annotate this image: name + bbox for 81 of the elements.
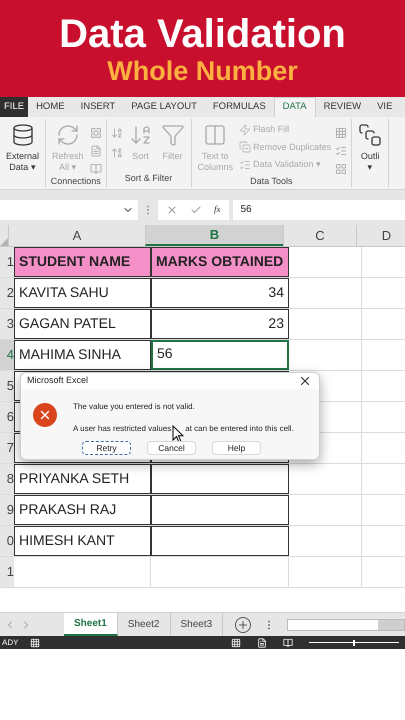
header-cell: STUDENT NAME <box>14 247 151 277</box>
column-header[interactable]: C <box>283 225 356 246</box>
columns-icon <box>203 123 228 147</box>
table-cell: KAVITA SAHU <box>14 278 151 308</box>
database-icon <box>10 123 35 147</box>
dialog-button[interactable]: Retry <box>82 441 131 455</box>
properties-icon[interactable] <box>90 145 102 157</box>
sheet-tab[interactable]: Sheet1 <box>64 613 118 636</box>
plus-icon <box>237 618 250 630</box>
row-header[interactable]: 8 <box>0 464 14 494</box>
dialog-title: Microsoft Excel <box>27 374 88 388</box>
normal-view-icon[interactable] <box>231 638 241 648</box>
group-label: Connections <box>50 175 102 188</box>
ribbon-tab[interactable]: PAGE LAYOUT <box>123 97 205 117</box>
zoom-slider[interactable] <box>309 640 399 646</box>
name-box[interactable] <box>0 200 138 220</box>
ribbon-tab[interactable]: REVIEW <box>316 97 370 117</box>
ribbon-tab[interactable]: DATA <box>274 97 316 117</box>
dialog-button[interactable]: Help <box>212 441 261 455</box>
banner-title: Data Validation <box>59 12 346 56</box>
row-header[interactable]: 4 <box>0 340 14 370</box>
ribbon-tab[interactable]: FILE <box>0 97 28 117</box>
formula-field[interactable]: 56 <box>232 200 405 220</box>
ribbon-button[interactable]: External Data ▾ <box>4 123 42 173</box>
row-header[interactable]: 5 <box>0 371 14 401</box>
table-cell: GAGAN PATEL <box>14 309 151 339</box>
horizontal-scrollbar[interactable] <box>287 618 405 630</box>
banner-subtitle: Whole Number <box>107 56 298 86</box>
row-header[interactable]: 6 <box>0 402 14 432</box>
filter-icon <box>160 123 185 147</box>
dialog-message: A user has restricted values <box>73 423 172 435</box>
table-cell: MAHIMA SINHA <box>14 340 151 370</box>
group-label: Data Tools <box>249 175 294 188</box>
insert-function-button[interactable]: fx <box>214 202 220 216</box>
table-cell: 56 <box>151 340 289 370</box>
row-header[interactable]: 3 <box>0 309 14 339</box>
sort-descending-icon[interactable] <box>110 147 123 159</box>
page-break-icon[interactable] <box>283 638 293 648</box>
dialog-button[interactable]: Cancel <box>147 441 196 455</box>
consolidate-icon[interactable] <box>335 127 348 139</box>
row-header[interactable]: 0 <box>0 526 14 556</box>
row-header[interactable]: 9 <box>0 495 14 525</box>
group-label: Sort & Filter <box>124 172 174 184</box>
sort-ascending-icon[interactable] <box>110 127 123 139</box>
ribbon-tab[interactable]: FORMULAS <box>204 97 274 117</box>
table-cell: 34 <box>151 278 289 308</box>
table-cell: PRAKASH RAJ <box>14 495 151 525</box>
dialog-message: at can be entered into this cell. <box>185 423 294 435</box>
table-cell: PRIYANKA SETH <box>14 464 151 494</box>
row-header[interactable]: 2 <box>0 278 14 308</box>
close-icon <box>298 374 312 388</box>
checklist-icon <box>239 158 252 171</box>
enter-icon[interactable] <box>190 204 202 216</box>
outline-icon <box>358 123 382 147</box>
what-if-icon[interactable] <box>335 145 348 157</box>
ribbon-tab[interactable]: VIE <box>369 97 400 117</box>
status-text: ADY <box>2 636 18 648</box>
ribbon-tab[interactable]: INSERT <box>72 97 124 117</box>
connections-icon[interactable] <box>90 127 102 139</box>
ribbon-tab[interactable]: HOME <box>28 97 73 117</box>
cross-icon <box>38 408 52 422</box>
relationships-icon[interactable] <box>335 163 348 175</box>
row-header[interactable]: 7 <box>0 433 14 463</box>
refresh-icon <box>56 123 80 147</box>
macro-record-icon[interactable] <box>30 638 40 648</box>
column-header[interactable]: D <box>356 225 405 246</box>
add-sheet-button[interactable] <box>235 616 252 632</box>
cancel-icon[interactable] <box>166 204 178 216</box>
dialog-message: The value you entered is not valid. <box>73 401 195 413</box>
page-layout-icon[interactable] <box>257 638 267 648</box>
ribbon-button[interactable]: Outli ▾ <box>356 123 384 173</box>
row-header[interactable]: 1 <box>0 247 14 277</box>
lightning-icon <box>239 124 252 136</box>
duplicate-icon <box>239 141 252 154</box>
header-cell: MARKS OBTAINED <box>151 247 289 277</box>
column-header[interactable]: B <box>145 225 283 246</box>
row-header[interactable]: 1 <box>0 557 14 587</box>
links-icon[interactable] <box>90 163 102 175</box>
table-cell: HIMESH KANT <box>14 526 151 556</box>
table-cell: 23 <box>151 309 289 339</box>
mouse-pointer-icon <box>172 425 184 444</box>
